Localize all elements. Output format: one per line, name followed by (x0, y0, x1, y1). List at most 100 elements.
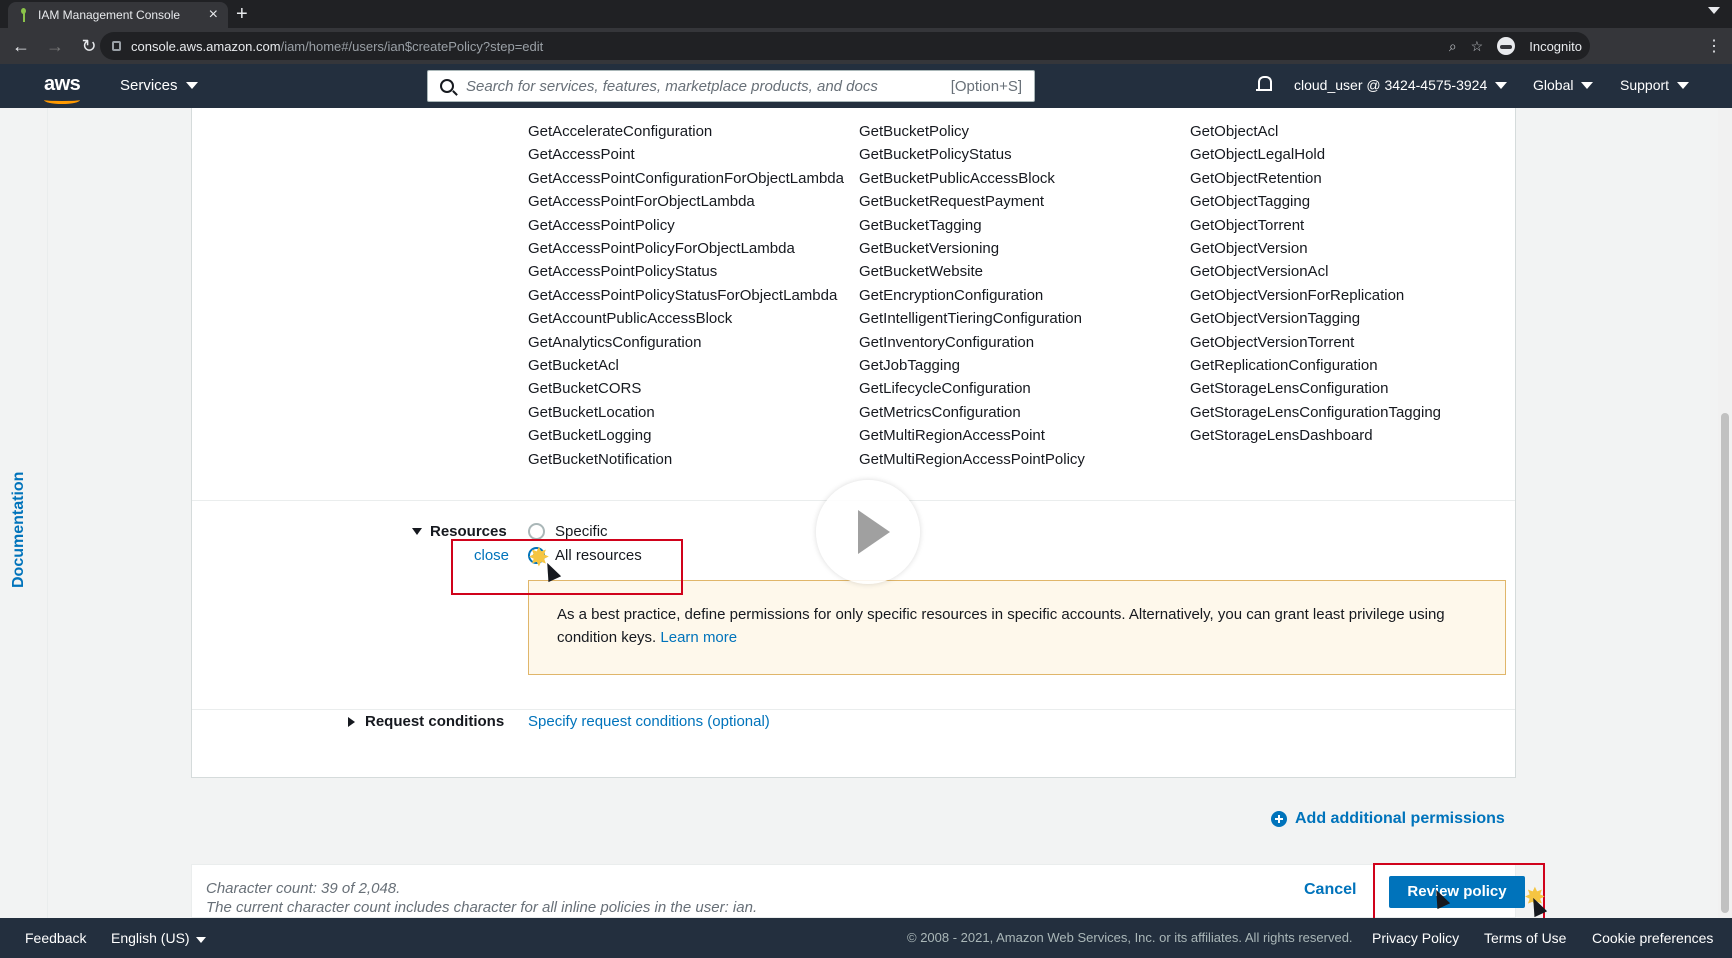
aws-favicon-icon (18, 8, 28, 22)
caret-down-icon (1581, 81, 1594, 89)
caret-down-icon (1677, 81, 1690, 89)
expand-triangle-icon (412, 528, 422, 535)
region-label: Global (1533, 77, 1574, 93)
tab-title: IAM Management Console (38, 8, 181, 22)
action-item: GetObjectVersionForReplication (1190, 286, 1405, 304)
bookmark-star-icon[interactable]: ☆ (1471, 38, 1484, 55)
add-permissions-label: Add additional permissions (1295, 810, 1505, 827)
url-host: console.aws.amazon.com (131, 38, 281, 54)
add-permissions-button[interactable]: Add additional permissions (1271, 810, 1505, 828)
action-item: GetIntelligentTieringConfiguration (859, 310, 1082, 328)
aws-top-nav: aws Services Search for services, featur… (0, 64, 1732, 108)
action-item: GetBucketLogging (528, 427, 652, 445)
request-conditions-toggle[interactable]: Request conditions (348, 713, 504, 730)
learn-more-link[interactable]: Learn more (660, 629, 737, 646)
zoom-icon[interactable]: ⌕ (1449, 38, 1457, 55)
action-item: GetObjectAcl (1190, 123, 1279, 140)
browser-toolbar: ← → ↻ console.aws.amazon.com/iam/home#/u… (0, 28, 1732, 64)
action-item: GetJobTagging (859, 357, 960, 375)
browser-tab[interactable]: IAM Management Console × (8, 2, 228, 28)
profile-label[interactable]: Incognito (1529, 39, 1582, 54)
character-count: Character count: 39 of 2,048. The curren… (206, 879, 757, 917)
scrollbar-thumb[interactable] (1721, 413, 1729, 913)
documentation-toggle[interactable]: Documentation (10, 472, 28, 588)
cookie-preferences-link[interactable]: Cookie preferences (1592, 930, 1713, 946)
account-menu[interactable]: cloud_user @ 3424-4575-3924 (1294, 77, 1508, 93)
url-path: /iam/home#/users/ian$createPolicy?step=e… (280, 38, 544, 54)
radio-button[interactable] (528, 523, 545, 540)
action-item: GetBucketVersioning (859, 240, 1000, 258)
url-actions: ⌕ ☆ Incognito (1449, 32, 1582, 60)
collapse-triangle-icon (348, 716, 355, 727)
actions-column-1: GetAccelerateConfiguration GetAccessPoint… (528, 120, 844, 471)
highlight-box-review (1373, 863, 1545, 923)
support-menu[interactable]: Support (1620, 77, 1690, 93)
action-item: GetBucketPolicy (859, 123, 970, 140)
action-item: GetBucketNotification (528, 450, 673, 468)
console-search-input[interactable]: Search for services, features, marketpla… (427, 70, 1035, 102)
privacy-policy-link[interactable]: Privacy Policy (1372, 930, 1459, 946)
incognito-icon[interactable] (1497, 37, 1516, 55)
action-item: GetStorageLensConfiguration (1190, 380, 1389, 398)
language-label: English (US) (111, 930, 190, 946)
action-item: GetLifecycleConfiguration (859, 380, 1031, 398)
url-text: console.aws.amazon.com/iam/home#/users/i… (131, 39, 543, 54)
back-icon[interactable]: ← (8, 36, 34, 57)
page-scrollbar[interactable] (1718, 108, 1732, 918)
console-footer: Feedback English (US) © 2008 - 2021, Ama… (0, 918, 1732, 958)
action-item: GetMultiRegionAccessPoint (859, 427, 1045, 445)
action-item: GetMultiRegionAccessPointPolicy (859, 450, 1085, 468)
action-item: GetBucketCORS (528, 380, 642, 398)
actions-column-2: GetBucketPolicy GetBucketPolicyStatus GetB… (859, 120, 1085, 471)
url-field[interactable]: console.aws.amazon.com/iam/home#/users/i… (100, 32, 1590, 60)
charcount-line-2: The current character count includes cha… (206, 899, 758, 916)
cancel-button[interactable]: Cancel (1304, 881, 1356, 899)
radio-specific-label: Specific (555, 523, 608, 540)
aws-logo-smile-icon (44, 96, 80, 104)
caret-down-icon (185, 82, 198, 89)
charcount-line-1: Character count: 39 of 2,048. (206, 880, 401, 897)
support-label: Support (1620, 77, 1670, 93)
action-item: GetObjectRetention (1190, 169, 1322, 187)
action-item: GetObjectVersionTorrent (1190, 333, 1355, 351)
action-item: GetBucketRequestPayment (859, 193, 1045, 211)
video-play-icon[interactable] (816, 480, 920, 584)
new-tab-button[interactable]: + (236, 3, 248, 26)
action-item: GetStorageLensDashboard (1190, 427, 1373, 445)
policy-footer-bar: Character count: 39 of 2,048. The curren… (191, 864, 1525, 918)
resources-label: Resources (430, 523, 507, 540)
actions-column-3: GetObjectAcl GetObjectLegalHold GetObjectR… (1190, 120, 1441, 448)
tab-close-icon[interactable]: × (209, 7, 218, 23)
action-item: GetReplicationConfiguration (1190, 357, 1378, 375)
request-conditions-link[interactable]: Specify request conditions (optional) (528, 713, 770, 730)
feedback-link[interactable]: Feedback (25, 930, 86, 946)
action-item: GetObjectVersionAcl (1190, 263, 1329, 281)
action-item: GetEncryptionConfiguration (859, 286, 1044, 304)
tab-search-icon[interactable] (1708, 7, 1720, 14)
action-item: GetBucketPolicyStatus (859, 146, 1012, 164)
services-menu[interactable]: Services (120, 77, 198, 94)
policy-editor-card: GetAccelerateConfiguration GetAccessPoint… (191, 108, 1516, 778)
action-item: GetAnalyticsConfiguration (528, 333, 702, 351)
language-selector[interactable]: English (US) (111, 930, 206, 946)
notifications-bell-icon[interactable] (1256, 76, 1272, 94)
reload-icon[interactable]: ↻ (76, 36, 102, 57)
caret-down-icon (195, 937, 206, 943)
aws-logo[interactable]: aws (44, 73, 81, 96)
search-placeholder: Search for services, features, marketpla… (466, 77, 878, 95)
terms-of-use-link[interactable]: Terms of Use (1484, 930, 1566, 946)
action-item: GetAccelerateConfiguration (528, 123, 713, 140)
lock-icon (112, 41, 121, 51)
action-item: GetBucketAcl (528, 357, 619, 375)
copyright-text: © 2008 - 2021, Amazon Web Services, Inc.… (907, 930, 1353, 945)
resources-section-toggle[interactable]: Resources (412, 523, 507, 540)
action-item: GetAccountPublicAccessBlock (528, 310, 733, 328)
region-menu[interactable]: Global (1533, 77, 1594, 93)
forward-icon[interactable]: → (42, 36, 68, 57)
action-item: GetInventoryConfiguration (859, 333, 1035, 351)
radio-specific[interactable]: Specific (528, 523, 608, 540)
caret-down-icon (1495, 81, 1508, 89)
search-shortcut: [Option+S] (950, 77, 1022, 95)
browser-menu-icon[interactable]: ⋮ (1706, 36, 1722, 56)
documentation-rail: Documentation (0, 108, 48, 918)
